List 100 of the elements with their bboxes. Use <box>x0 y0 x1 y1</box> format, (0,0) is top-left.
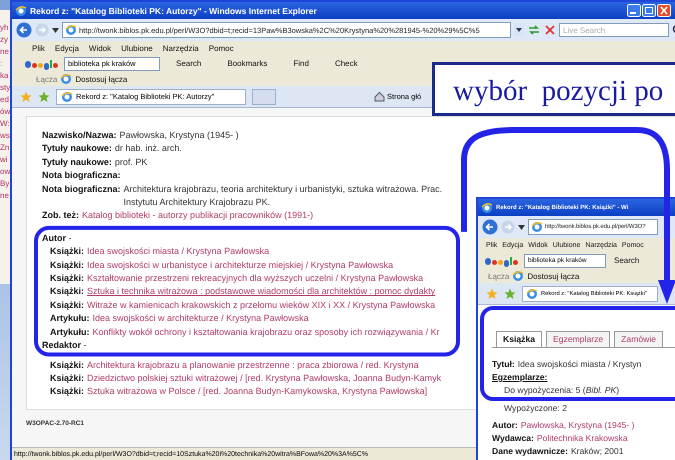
page-icon <box>531 221 543 233</box>
page-icon <box>61 90 73 102</box>
field-label: Tytuły naukowe: <box>42 156 112 169</box>
links-item[interactable]: Dostosuj łącza <box>527 272 580 280</box>
record-link[interactable]: Politechnika Krakowska <box>536 433 628 443</box>
record-link[interactable]: Idea swojskości w urbanistyce i architekturze miejskiej / Krystyna Pawłowska <box>87 258 394 272</box>
field-label: Książki: <box>50 272 84 286</box>
page-icon <box>65 24 77 36</box>
star-icon[interactable] <box>486 288 498 300</box>
field-label: Dane wydawnicze: <box>492 446 568 456</box>
field-label: Zob. też: <box>42 209 79 222</box>
section-heading: Autor - <box>42 232 72 245</box>
record-link[interactable]: Idea swojskości w architekturze / Krystyna Pawłowska <box>92 312 309 326</box>
partial-text: ne <box>0 192 10 200</box>
field-label: Książki: <box>50 385 84 398</box>
search-field[interactable]: Live Search <box>559 23 669 37</box>
record-link[interactable]: Kształtowanie przestrzeni rekreacyjnych dla wyższych uczelni / Krystyna Pawłowska <box>87 272 424 286</box>
record-link[interactable]: Sztuka witrażowa w Polsce / [red. Joanna Budyn-Kamykowska, Krystyna Pawłowska] <box>87 385 428 399</box>
menu-item[interactable]: Pomoc <box>208 44 234 52</box>
back-icon[interactable] <box>16 22 32 38</box>
record-link[interactable]: Witraże w kamienicach krakowskich z przełomu wieków XIX i XX / Krystyna Pawłowska <box>87 298 436 312</box>
maximize-icon[interactable] <box>642 4 656 17</box>
record-link[interactable]: Konflikty wokół ochrony i kształtowania krajobrazu oraz sposoby ich rozwiązywania / Kr <box>92 326 440 340</box>
partial-text: : <box>0 60 4 68</box>
field-label: Artykułu: <box>50 312 90 326</box>
field-value: dr hab. inż. arch. <box>114 142 183 156</box>
record-tab[interactable]: Egzemplarze <box>546 331 610 347</box>
partial-text: sty <box>0 84 12 92</box>
field-label: Książki: <box>50 245 84 258</box>
field-label: Książki: <box>50 358 84 372</box>
dropdown-icon[interactable] <box>514 24 524 36</box>
menu-item[interactable]: Widok <box>88 44 112 52</box>
partial-text: By <box>0 180 10 188</box>
links-label: Łącza <box>488 272 510 280</box>
field-value: prof. PK <box>114 156 148 169</box>
field-value: Idea swojskości miasta / Krystyn <box>518 359 642 369</box>
copies-info: Do wypożyczenia: 5 (Bibl. PK) <box>504 385 620 395</box>
partial-text: wi <box>0 156 9 164</box>
star-icon[interactable] <box>38 90 50 102</box>
page-icon <box>526 288 538 300</box>
record-link[interactable]: Sztuka i technika witrażowa : podstawowe wiadomości dla architektów : pomoc dydakty <box>87 285 436 299</box>
callout-text: wybór pozycji po <box>432 62 675 116</box>
caret-icon[interactable] <box>518 224 525 230</box>
partial-text: ws <box>0 132 11 140</box>
links-item[interactable]: Dostosuj łącza <box>75 74 128 84</box>
stop-icon[interactable] <box>544 24 556 36</box>
star-icon[interactable] <box>20 90 32 102</box>
field-label: Tytuły naukowe: <box>42 142 112 156</box>
field-label: Książki: <box>50 372 84 385</box>
browser-logo-icon <box>481 202 493 214</box>
field-label: Tytuł: <box>492 359 515 369</box>
partial-text: yh <box>0 24 10 32</box>
record-link[interactable]: Architektura krajobrazu a planowanie przestrzenne : praca zbiorowa / red. Krystyna <box>87 358 419 372</box>
field-label: Artykułu: <box>50 326 90 339</box>
toolbar-button[interactable]: Find <box>283 59 319 68</box>
toolbar-button[interactable]: Search <box>166 59 212 68</box>
window-title: Rekord z: "Katalog Biblioteki PK: Autorzy" - Windows Internet Explorer <box>30 6 317 16</box>
menu-item[interactable]: Narzędzia <box>162 44 199 52</box>
partial-text: ne <box>0 48 10 56</box>
partial-text: ed <box>0 96 10 104</box>
partial-text: ów <box>0 108 12 116</box>
page-icon <box>60 73 72 85</box>
back-icon[interactable] <box>482 219 498 235</box>
record-tab[interactable]: Książka <box>496 331 542 347</box>
field-label: Nota biograficzna: <box>42 169 121 182</box>
partial-text: W: <box>0 120 11 128</box>
field-value: Pawłowska, Krystyna (1945- ) <box>120 129 240 142</box>
toolbar-button[interactable]: Check <box>324 59 368 68</box>
star-icon[interactable] <box>504 288 516 300</box>
section-heading: Redaktor - <box>42 339 87 352</box>
record-link[interactable]: Dziedzictwo polskiej sztuki witrażowej / [red. Krystyna Pawłowska, Joanna Budyn-Kamyk <box>87 372 442 386</box>
menu-item[interactable]: Ulubione <box>121 44 153 52</box>
field-label: Nazwisko/Nazwa: <box>42 129 117 142</box>
minimize-icon[interactable] <box>627 4 641 17</box>
field-label: Wydawca: <box>492 433 534 443</box>
record-link[interactable]: Katalog biblioteki - autorzy publikacji pracowników (1991-) <box>82 209 314 223</box>
partial-text: Zn <box>0 144 10 152</box>
field-label: Książki: <box>50 298 84 312</box>
record-link[interactable]: Idea swojskości miasta / Krystyna Pawłowska <box>87 245 270 259</box>
toolbar-button[interactable]: Bookmarks <box>217 59 278 68</box>
field-label: Książki: <box>50 258 84 272</box>
caret-icon[interactable] <box>52 28 59 32</box>
house-icon <box>374 91 385 102</box>
menu-item[interactable]: Edycja <box>54 44 79 52</box>
field-label: Autor: <box>492 420 518 430</box>
field-value: Kraków; 2001 <box>570 446 624 456</box>
partial-text: zy <box>0 36 9 44</box>
links-label: Łącza <box>36 74 58 84</box>
section-heading: Egzemplarze: <box>492 372 548 382</box>
partial-text: ka <box>0 72 10 80</box>
close-icon[interactable] <box>657 4 671 17</box>
field-value: Architektura krajobrazu, teoria architektury i urbanistyki, sztuka witrażowa. Prac. Instytutu Architektury Krajobrazu PK. <box>124 182 444 210</box>
field-label: Książki: <box>50 285 84 298</box>
field-label: Nota biograficzna: <box>42 182 121 196</box>
menu-item[interactable]: Plik <box>32 44 45 52</box>
browser-logo-icon <box>15 4 27 16</box>
page-icon <box>512 270 524 282</box>
record-tab[interactable]: Zamówie <box>614 331 664 347</box>
record-link[interactable]: Pawłowska, Krystyna (1945- ) <box>520 420 634 430</box>
toolbar-button[interactable]: Search <box>612 256 642 265</box>
